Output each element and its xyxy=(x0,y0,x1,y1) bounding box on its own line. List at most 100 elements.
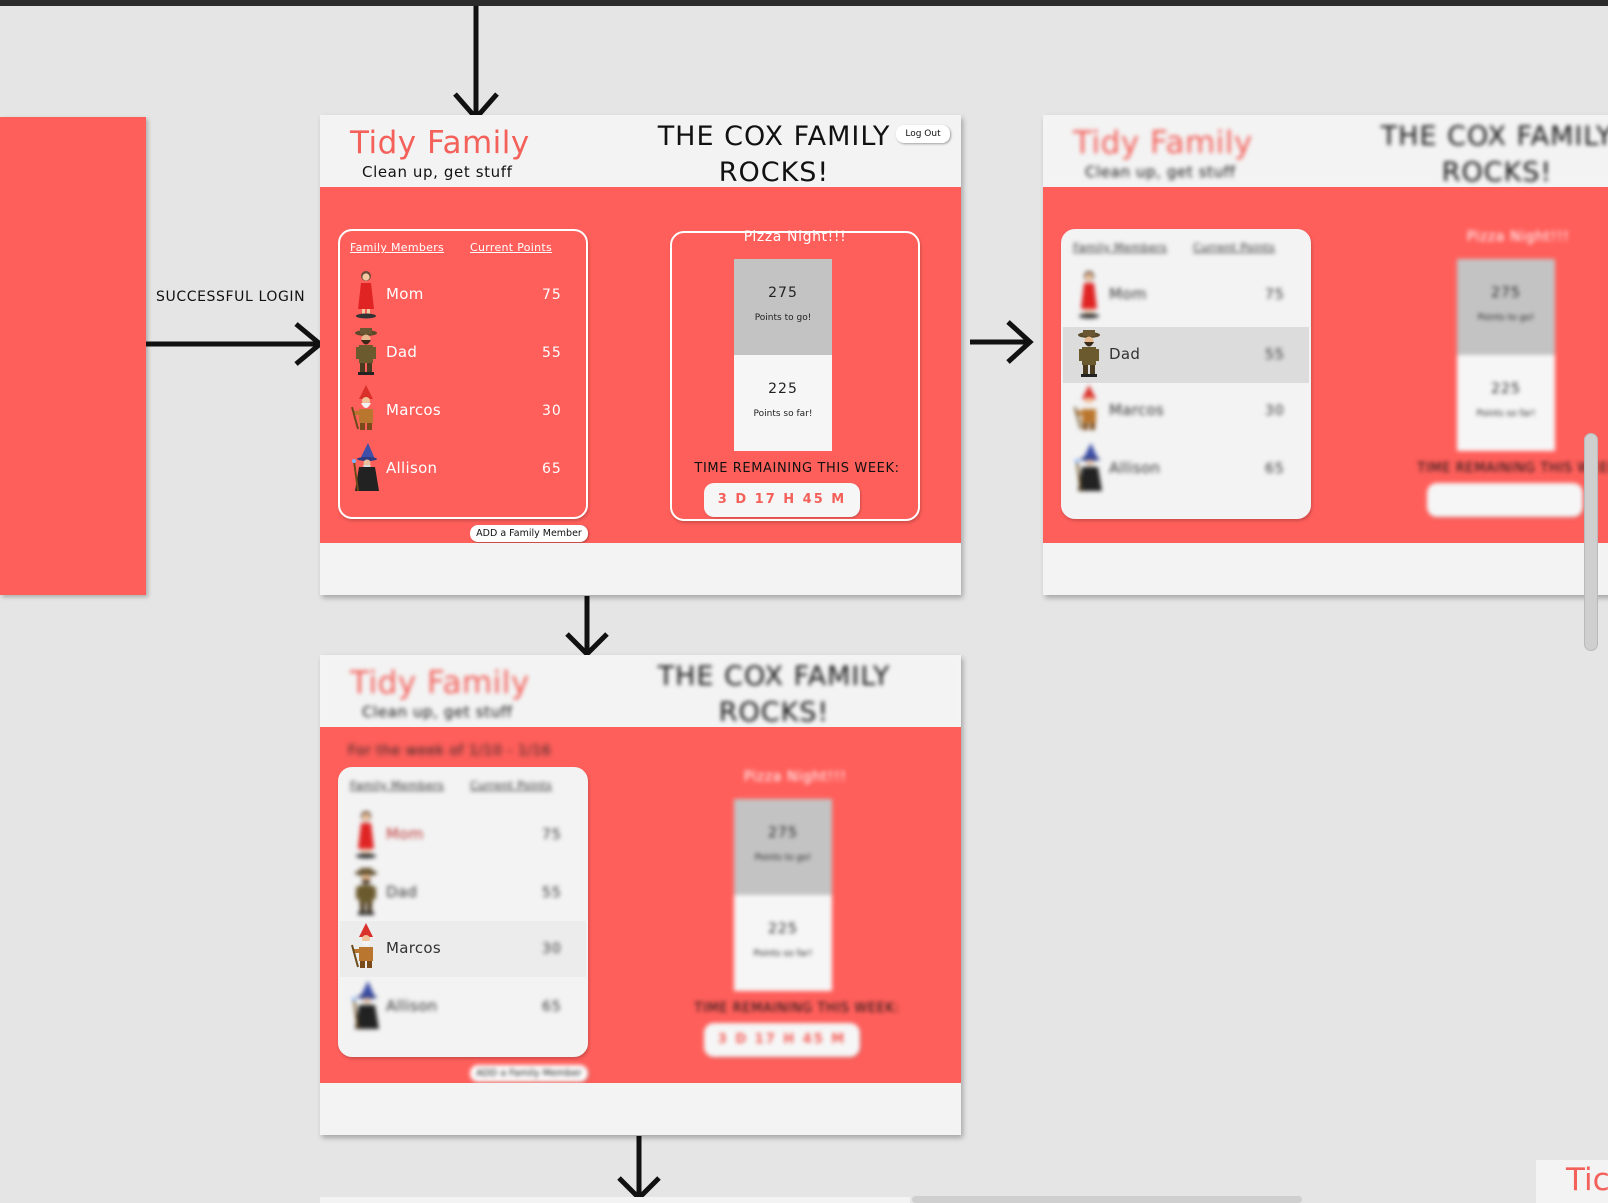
points-to-go-box: 275 Points to go! xyxy=(734,259,832,355)
horizontal-scrollbar-thumb[interactable] xyxy=(912,1196,1302,1203)
flow-arrow-down-bottom xyxy=(617,1136,661,1202)
member-row-mom[interactable]: Mom 75 xyxy=(1063,267,1309,323)
members-column-header[interactable]: Family Members xyxy=(1073,241,1167,254)
week-range-label: For the week of 1/10 - 1/16 xyxy=(348,743,552,759)
time-remaining-label: TIME REMAINING THIS WEEK: xyxy=(694,461,900,476)
footer xyxy=(320,1083,961,1135)
points-so-far-value: 225 xyxy=(1491,381,1521,397)
next-screen-edge xyxy=(320,1197,910,1203)
gnome-icon xyxy=(1074,385,1097,431)
goal-panel: Pizza Night!!! 275 Points to go! 225 Poi… xyxy=(670,769,920,1061)
member-points: 65 xyxy=(542,461,562,477)
points-so-far-caption: Points so far! xyxy=(1476,409,1536,419)
dashboard-body: Family Members Current Points Mom 75 Dad… xyxy=(320,187,961,543)
member-points: 75 xyxy=(542,827,562,843)
woman-red-dress-icon xyxy=(356,271,376,319)
goal-panel: Pizza Night!!! 275 Points to go! 225 Poi… xyxy=(1393,229,1608,521)
points-to-go-value: 275 xyxy=(768,285,798,301)
app-tagline: Clean up, get stuff xyxy=(1085,163,1236,181)
member-row-allison[interactable]: Allison 65 xyxy=(340,979,586,1035)
points-to-go-box: 275 Points to go! xyxy=(1457,259,1555,355)
member-row-marcos[interactable]: Marcos 30 xyxy=(1063,383,1309,439)
member-row-dad[interactable]: Dad 55 xyxy=(340,325,586,381)
member-name: Dad xyxy=(386,883,418,901)
flow-arrow-down-middle xyxy=(565,596,609,658)
members-panel: Family Members Current Points Mom 75 Dad… xyxy=(338,767,588,1057)
member-name: Mom xyxy=(386,825,424,843)
explorer-icon xyxy=(1078,330,1100,377)
points-column-header[interactable]: Current Points xyxy=(1193,241,1275,254)
points-column-header[interactable]: Current Points xyxy=(470,241,552,254)
points-so-far-box: 225 Points so far! xyxy=(734,355,832,451)
wizard-icon xyxy=(351,443,380,492)
goal-panel: Pizza Night!!! 275 Points to go! 225 Poi… xyxy=(670,229,920,521)
member-points: 55 xyxy=(542,885,562,901)
dashboard-screen-main: Tidy Family Clean up, get stuff THE COX … xyxy=(320,115,961,595)
member-name: Mom xyxy=(1109,285,1147,303)
members-panel: Family Members Current Points Mom 75 Dad… xyxy=(1061,229,1311,519)
countdown-timer-blank xyxy=(1427,483,1583,517)
wizard-icon xyxy=(1074,443,1103,492)
member-row-dad[interactable]: Dad 55 xyxy=(340,865,586,921)
logout-button[interactable]: Log Out xyxy=(896,125,950,143)
points-so-far-value: 225 xyxy=(768,381,798,397)
add-family-member-button[interactable]: ADD a Family Member xyxy=(470,525,588,542)
member-row-mom[interactable]: Mom 75 xyxy=(340,267,586,323)
dashboard-body: For the week of 1/10 - 1/16 Family Membe… xyxy=(320,727,961,1083)
app-logo: Tidy Family xyxy=(350,125,530,161)
member-row-allison[interactable]: Allison 65 xyxy=(340,441,586,497)
member-row-dad-selected[interactable]: Dad 55 xyxy=(1063,327,1309,383)
member-row-mom[interactable]: Mom 75 xyxy=(340,807,586,863)
woman-red-dress-icon xyxy=(356,811,376,859)
members-column-header[interactable]: Family Members xyxy=(350,241,444,254)
points-to-go-caption: Points to go! xyxy=(754,313,812,323)
dashboard-screen-week-view: Tidy Family Clean up, get stuff THE COX … xyxy=(320,655,961,1135)
header: Tidy Family Clean up, get stuff THE COX … xyxy=(320,115,961,188)
member-row-marcos[interactable]: Marcos 30 xyxy=(340,383,586,439)
member-points: 55 xyxy=(542,345,562,361)
points-to-go-value: 275 xyxy=(1491,285,1521,301)
dashboard-screen-member-selected: Tidy Family Clean up, get stuff THE COX … xyxy=(1043,115,1608,595)
member-row-allison[interactable]: Allison 65 xyxy=(1063,441,1309,497)
explorer-icon xyxy=(355,868,377,915)
time-remaining-label: TIME REMAINING THIS WEEK: xyxy=(1417,461,1608,476)
points-so-far-box: 225 Points so far! xyxy=(1457,355,1555,451)
goal-title: Pizza Night!!! xyxy=(1466,229,1570,245)
family-title: THE COX FAMILY ROCKS! xyxy=(657,661,891,728)
gnome-icon xyxy=(351,385,374,431)
gnome-icon xyxy=(351,923,374,969)
member-name: Marcos xyxy=(386,401,442,419)
wizard-icon xyxy=(351,981,380,1030)
family-title: THE COX FAMILY ROCKS! xyxy=(657,121,891,188)
points-so-far-caption: Points so far! xyxy=(753,949,813,959)
vertical-scrollbar-thumb[interactable] xyxy=(1584,433,1598,651)
members-panel: Family Members Current Points Mom 75 Dad… xyxy=(338,229,588,519)
header: Tidy Family Clean up, get stuff THE COX … xyxy=(1043,115,1608,188)
app-logo: Tidy Family xyxy=(350,665,530,701)
time-remaining-label: TIME REMAINING THIS WEEK: xyxy=(694,1001,900,1016)
footer xyxy=(1043,543,1608,595)
next-screen-logo-fragment: Tic xyxy=(1566,1162,1608,1198)
app-tagline: Clean up, get stuff xyxy=(362,703,513,721)
app-tagline: Clean up, get stuff xyxy=(362,163,513,181)
member-name: Allison xyxy=(1109,459,1161,477)
flow-arrow-down-top xyxy=(453,6,499,122)
flow-arrow-right-login xyxy=(146,322,324,366)
members-column-header[interactable]: Family Members xyxy=(350,779,444,792)
member-name: Mom xyxy=(386,285,424,303)
member-name: Allison xyxy=(386,459,438,477)
points-column-header[interactable]: Current Points xyxy=(470,779,552,792)
dashboard-body: Family Members Current Points Mom 75 Dad… xyxy=(1043,187,1608,543)
member-points: 30 xyxy=(542,403,562,419)
countdown-timer: 3 D 17 H 45 M xyxy=(704,483,860,517)
member-points: 30 xyxy=(542,941,562,957)
add-family-member-button[interactable]: ADD a Family Member xyxy=(470,1065,588,1082)
points-so-far-value: 225 xyxy=(768,921,798,937)
family-title: THE COX FAMILY ROCKS! xyxy=(1380,121,1608,188)
woman-red-dress-icon xyxy=(1079,271,1099,319)
member-name: Dad xyxy=(386,343,418,361)
app-logo: Tidy Family xyxy=(1073,125,1253,161)
points-to-go-caption: Points to go! xyxy=(754,853,812,863)
member-row-marcos-selected[interactable]: Marcos 30 xyxy=(340,921,586,977)
member-points: 65 xyxy=(542,999,562,1015)
